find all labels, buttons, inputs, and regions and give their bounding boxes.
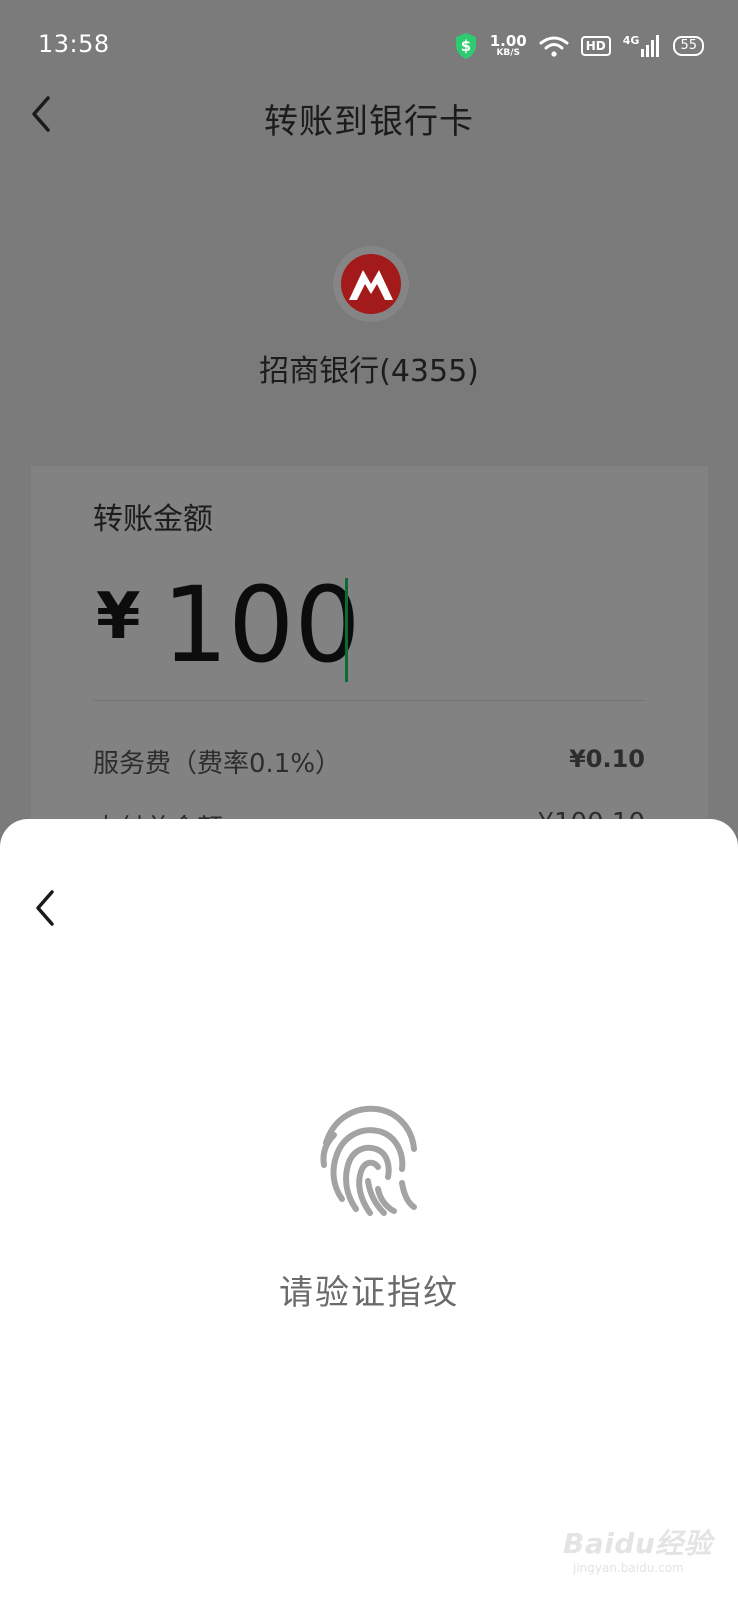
sheet-back-button[interactable]	[30, 886, 62, 930]
status-icons: $ 1.00 KB/S HD 4G 55	[454, 30, 704, 62]
amount-label: 转账金额	[93, 502, 213, 537]
fingerprint-icon[interactable]	[316, 1103, 422, 1217]
signal-icon: 4G	[623, 35, 662, 57]
status-time: 13:58	[38, 30, 110, 58]
status-bar: 13:58 $ 1.00 KB/S HD 4G 55	[0, 0, 738, 90]
bank-name: 招商银行(4355)	[259, 354, 479, 389]
bank-logo-icon	[333, 246, 409, 322]
fee-value: ¥0.10	[569, 745, 645, 773]
shield-icon: $	[455, 33, 476, 59]
watermark-logo: Baidu经验	[563, 1527, 713, 1560]
hd-badge: HD	[580, 36, 611, 56]
fingerprint-prompt: 请验证指纹	[279, 1273, 459, 1313]
network-speed-unit: KB/S	[496, 48, 521, 58]
bank-card	[31, 204, 708, 466]
amount-divider	[93, 700, 645, 701]
network-speed-value: 1.00	[489, 32, 527, 50]
wifi-icon	[539, 36, 569, 57]
fee-label: 服务费（费率0.1%）	[93, 749, 342, 779]
svg-text:$: $	[461, 37, 471, 55]
page-title: 转账到银行卡	[264, 102, 474, 142]
watermark-url: jingyan.baidu.com	[573, 1561, 684, 1575]
battery-icon: 55	[673, 36, 704, 56]
text-caret	[345, 578, 348, 682]
currency-symbol: ¥	[96, 580, 141, 654]
amount-input[interactable]: 100	[162, 570, 361, 680]
signal-label: 4G	[622, 34, 640, 47]
network-speed: 1.00 KB/S	[490, 34, 527, 58]
